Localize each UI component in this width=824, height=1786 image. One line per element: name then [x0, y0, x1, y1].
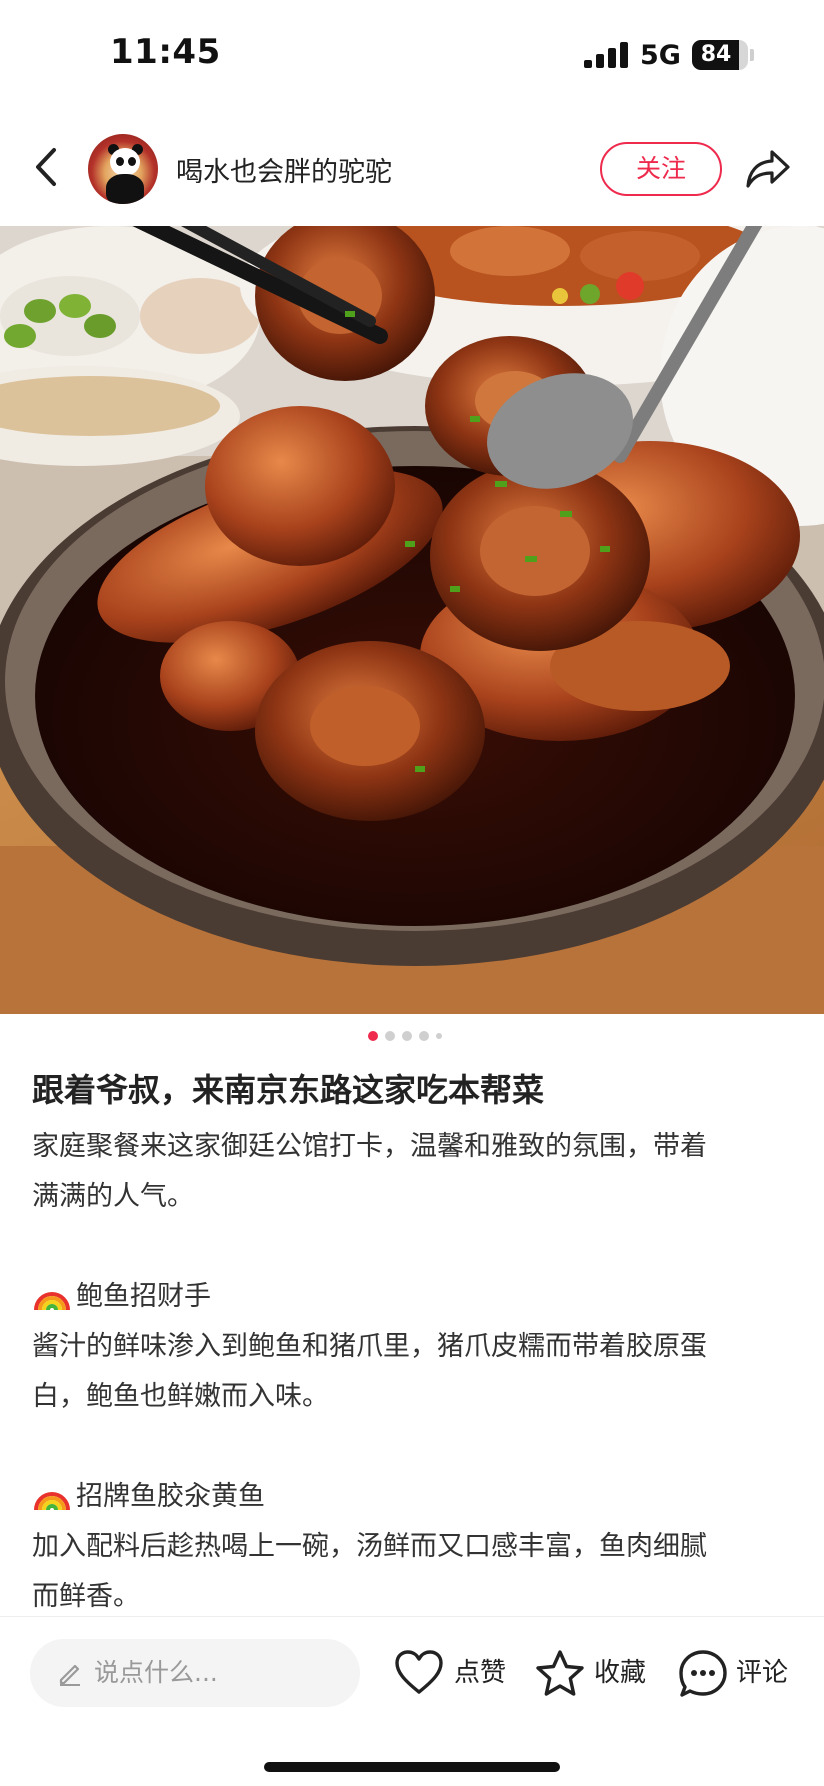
- follow-button[interactable]: 关注: [600, 142, 722, 196]
- bottom-action-bar: 说点什么... 点赞 收藏 评论: [0, 1616, 824, 1786]
- post-paragraph: 酱汁的鲜味渗入到鲍鱼和猪爪里，猪爪皮糯而带着胶原蛋: [32, 1331, 707, 1362]
- post-paragraph: 白，鲍鱼也鲜嫩而入味。: [32, 1381, 329, 1412]
- comment-placeholder: 说点什么...: [94, 1658, 218, 1687]
- braised-dish-photo: [0, 226, 824, 1014]
- avatar[interactable]: [88, 134, 158, 204]
- section-heading: 鲍鱼招财手: [32, 1272, 794, 1322]
- post-paragraph: 家庭聚餐来这家御廷公馆打卡，温馨和雅致的氛围，带着: [32, 1131, 707, 1162]
- carousel-dot[interactable]: [368, 1031, 378, 1041]
- post-paragraph: 加入配料后趁热喝上一碗，汤鲜而又口感丰富，鱼肉细腻: [32, 1531, 707, 1562]
- comment-button[interactable]: 评论: [678, 1643, 794, 1703]
- post-paragraph: 满满的人气。: [32, 1181, 194, 1212]
- comment-input[interactable]: 说点什么...: [30, 1639, 360, 1707]
- comment-label: 评论: [736, 1658, 789, 1688]
- battery-icon: 84: [692, 40, 748, 70]
- like-button[interactable]: 点赞: [394, 1643, 506, 1703]
- star-icon: [536, 1650, 584, 1696]
- cellular-signal-icon: [584, 42, 628, 68]
- section-heading-text: 招牌鱼胶汆黄鱼: [76, 1481, 265, 1512]
- collect-label: 收藏: [594, 1658, 647, 1688]
- pen-icon: [59, 1664, 80, 1686]
- battery-level: 84: [700, 42, 732, 67]
- collect-button[interactable]: 收藏: [534, 1643, 650, 1703]
- status-bar: 11:45 5G 84: [0, 0, 824, 110]
- network-type: 5G: [640, 40, 681, 71]
- carousel-dot[interactable]: [402, 1031, 412, 1041]
- post-paragraph: 而鲜香。: [32, 1581, 140, 1612]
- comment-bubble-icon: [679, 1650, 727, 1697]
- heart-icon: [395, 1650, 443, 1694]
- status-time: 11:45: [110, 32, 221, 72]
- rainbow-icon: [32, 1276, 72, 1312]
- home-indicator: [264, 1762, 560, 1772]
- username[interactable]: 喝水也会胖的驼驼: [176, 150, 392, 189]
- post-header: 喝水也会胖的驼驼 关注: [0, 110, 824, 226]
- share-button[interactable]: [744, 146, 792, 192]
- like-label: 点赞: [454, 1658, 507, 1688]
- post-title: 跟着爷叔，来南京东路这家吃本帮菜: [32, 1071, 545, 1109]
- rainbow-icon: [32, 1476, 72, 1512]
- carousel-dot[interactable]: [419, 1031, 429, 1041]
- battery-cap: [750, 49, 754, 61]
- post-photo[interactable]: [0, 226, 824, 1014]
- section-heading-text: 鲍鱼招财手: [76, 1281, 211, 1312]
- section-heading: 招牌鱼胶汆黄鱼: [32, 1472, 794, 1522]
- back-arrow-icon: [36, 148, 56, 186]
- carousel-dot[interactable]: [436, 1033, 442, 1039]
- back-button[interactable]: [28, 144, 68, 190]
- carousel-dot[interactable]: [385, 1031, 395, 1041]
- post-content: 跟着爷叔，来南京东路这家吃本帮菜 家庭聚餐来这家御廷公馆打卡，温馨和雅致的氛围，…: [32, 1062, 794, 1622]
- share-icon: [746, 150, 790, 188]
